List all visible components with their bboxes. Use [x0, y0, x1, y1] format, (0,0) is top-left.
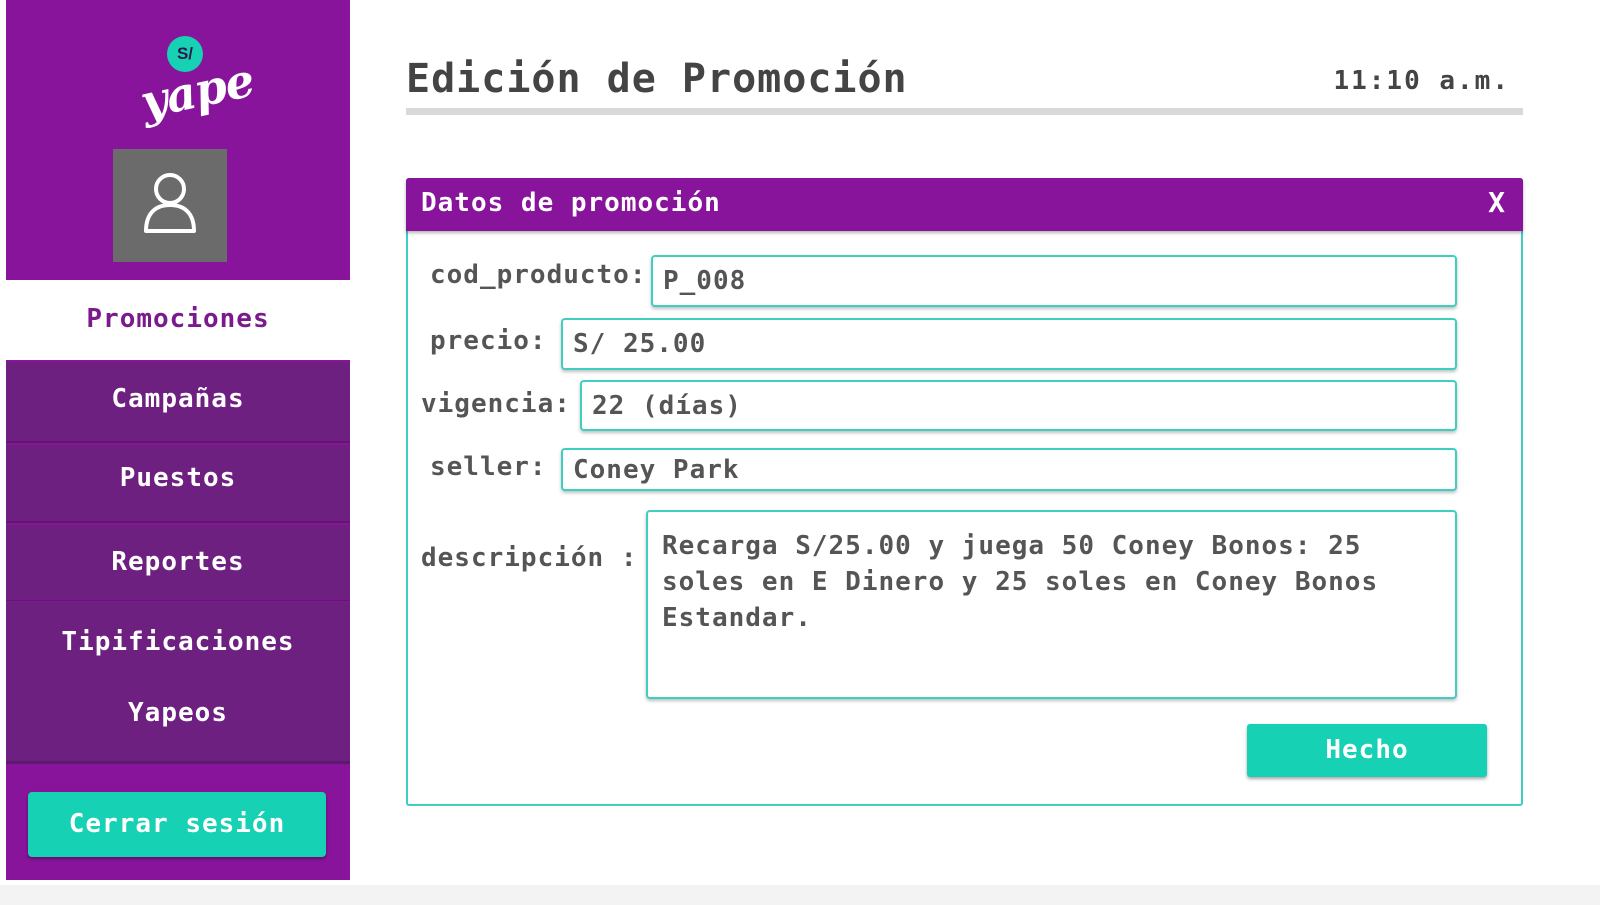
sidebar-item-puestos[interactable]: Puestos	[6, 445, 350, 523]
precio-label: precio:	[430, 326, 547, 356]
card-title: Datos de promoción	[421, 188, 721, 218]
user-icon	[144, 173, 196, 233]
close-button[interactable]: X	[1488, 186, 1505, 219]
sidebar-item-label: Puestos	[119, 463, 237, 493]
done-button[interactable]: Hecho	[1247, 724, 1487, 777]
card-header: Datos de promoción X	[406, 178, 1523, 231]
sidebar-item-yapeos[interactable]: Yapeos	[6, 680, 350, 764]
vigencia-field[interactable]	[580, 380, 1457, 431]
clock: 11:10 a.m.	[1333, 66, 1510, 96]
sidebar-item-reportes[interactable]: Reportes	[6, 525, 350, 601]
page-title: Edición de Promoción	[406, 56, 908, 102]
sidebar-item-label: Campañas	[111, 384, 245, 414]
seller-field[interactable]	[561, 448, 1457, 491]
app-window: S/ yape Promociones Campañas Puestos Rep…	[0, 0, 1600, 885]
sidebar: S/ yape Promociones Campañas Puestos Rep…	[6, 0, 350, 880]
avatar[interactable]	[113, 149, 227, 262]
sidebar-item-label: Promociones	[86, 304, 270, 334]
descripcion-label: descripción :	[421, 543, 638, 573]
sidebar-item-promociones[interactable]: Promociones	[6, 280, 350, 360]
cod-producto-label: cod_producto:	[430, 260, 647, 290]
sidebar-item-label: Reportes	[111, 547, 245, 577]
sidebar-item-tipificaciones[interactable]: Tipificaciones	[6, 602, 350, 680]
sidebar-item-label: Yapeos	[128, 698, 228, 728]
precio-field[interactable]	[561, 318, 1457, 370]
title-divider	[406, 108, 1523, 115]
sidebar-item-campanas[interactable]: Campañas	[6, 362, 350, 443]
seller-label: seller:	[430, 452, 547, 482]
cod-producto-field[interactable]	[651, 255, 1457, 307]
yape-logo: S/ yape	[134, 34, 258, 138]
logout-button[interactable]: Cerrar sesión	[28, 792, 326, 857]
descripcion-textarea[interactable]: Recarga S/25.00 y juega 50 Coney Bonos: …	[646, 510, 1457, 699]
logo-wordmark: yape	[135, 52, 259, 130]
vigencia-label: vigencia:	[421, 389, 571, 419]
sidebar-item-label: Tipificaciones	[61, 627, 295, 657]
